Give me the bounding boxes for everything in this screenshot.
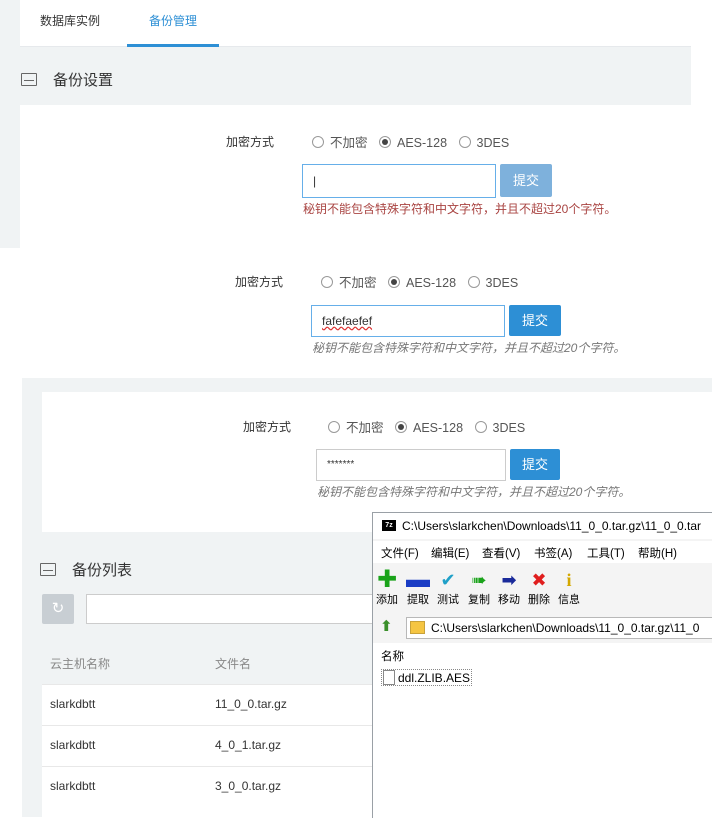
radio-aes128-3[interactable]: AES-128: [395, 421, 463, 435]
x-icon: ✖: [531, 570, 547, 590]
check-icon: ✔: [440, 570, 456, 590]
section-title-list: 备份列表: [72, 562, 133, 579]
settings-panel-1: 数据库实例 备份管理 备份设置 加密方式 不加密 AES-128 3DES | …: [0, 0, 691, 248]
search-input[interactable]: [86, 594, 376, 624]
radio-aes128-2[interactable]: AES-128: [388, 276, 456, 290]
cell-file: 4_0_1.tar.gz: [215, 738, 282, 752]
plus-icon: ✚: [376, 566, 398, 593]
cell-host: slarkdbtt: [50, 779, 96, 793]
address-bar[interactable]: C:\Users\slarkchen\Downloads\11_0_0.tar.…: [406, 617, 712, 639]
window-title: C:\Users\slarkchen\Downloads\11_0_0.tar.…: [402, 519, 702, 533]
file-list: 名称 ddl.ZLIB.AES: [373, 643, 712, 818]
window-titlebar[interactable]: 7z C:\Users\slarkchen\Downloads\11_0_0.t…: [373, 513, 712, 539]
radio-3des-2[interactable]: 3DES: [467, 276, 518, 290]
col-host-name: 云主机名称: [50, 657, 111, 671]
menu-edit[interactable]: 编辑(E): [431, 545, 469, 561]
cell-host: slarkdbtt: [50, 738, 96, 752]
menu-tools[interactable]: 工具(T): [587, 545, 625, 561]
sevenzip-app-icon: 7z: [382, 520, 396, 531]
encryption-label: 加密方式: [226, 135, 275, 149]
key-input-2[interactable]: fafefaefef: [311, 305, 505, 337]
table-header: 云主机名称 文件名: [42, 642, 382, 684]
tool-test[interactable]: ✔ 测试: [437, 569, 459, 607]
cell-host: slarkdbtt: [50, 697, 96, 711]
radio-none-3[interactable]: 不加密: [328, 421, 384, 435]
section-backup-settings: 备份设置: [21, 69, 113, 90]
radio-none[interactable]: 不加密: [312, 136, 368, 150]
cell-file: 3_0_0.tar.gz: [215, 779, 282, 793]
submit-button[interactable]: 提交: [500, 164, 552, 197]
radio-3des[interactable]: 3DES: [458, 136, 509, 150]
tool-move[interactable]: ➡ 移动: [498, 569, 520, 607]
menu-file[interactable]: 文件(F): [381, 545, 419, 561]
cell-file: 11_0_0.tar.gz: [215, 697, 287, 711]
tool-copy[interactable]: ➠ 复制: [468, 569, 490, 607]
menu-view[interactable]: 查看(V): [482, 545, 520, 561]
address-text: C:\Users\slarkchen\Downloads\11_0_0.tar.…: [431, 621, 700, 635]
encryption-label-3: 加密方式: [243, 420, 292, 434]
key-hint-3: 秘钥不能包含特殊字符和中文字符，并且不超过20个字符。: [317, 485, 631, 499]
refresh-button[interactable]: ↻: [42, 594, 74, 624]
address-row: ⬆ C:\Users\slarkchen\Downloads\11_0_0.ta…: [373, 615, 712, 641]
tab-backup-management[interactable]: 备份管理: [127, 0, 219, 47]
section-title: 备份设置: [53, 72, 114, 89]
tab-db-instances[interactable]: 数据库实例: [40, 0, 100, 44]
section-backup-list: 备份列表: [40, 559, 132, 580]
col-file-name: 文件名: [215, 657, 252, 671]
arrow-right-icon: ➡: [501, 570, 517, 590]
encryption-radio-group-3: 不加密 AES-128 3DES: [328, 417, 533, 436]
radio-aes128[interactable]: AES-128: [379, 136, 447, 150]
sevenzip-window: 7z C:\Users\slarkchen\Downloads\11_0_0.t…: [372, 512, 712, 818]
table-row[interactable]: slarkdbtt 3_0_0.tar.gz: [42, 766, 382, 818]
list-item[interactable]: ddl.ZLIB.AES: [381, 669, 473, 686]
folder-icon: [410, 621, 425, 634]
radio-3des-3[interactable]: 3DES: [474, 421, 525, 435]
up-folder-icon[interactable]: ⬆: [380, 617, 393, 635]
file-icon: [383, 670, 395, 685]
encryption-label-2: 加密方式: [235, 275, 284, 289]
tool-delete[interactable]: ✖ 删除: [528, 569, 550, 607]
tool-extract[interactable]: ▬ 提取: [406, 566, 430, 607]
key-input-3[interactable]: *******: [316, 449, 506, 481]
key-input[interactable]: |: [302, 164, 496, 198]
tool-add[interactable]: ✚ 添加: [376, 566, 398, 607]
tool-info[interactable]: i 信息: [558, 569, 580, 607]
refresh-icon: ↻: [51, 600, 65, 617]
submit-button-3[interactable]: 提交: [510, 449, 560, 480]
col-name-header[interactable]: 名称: [381, 648, 404, 664]
encryption-radio-group-2: 不加密 AES-128 3DES: [321, 272, 526, 291]
info-icon: i: [566, 570, 572, 590]
table-row[interactable]: slarkdbtt 4_0_1.tar.gz: [42, 725, 382, 766]
submit-button-2[interactable]: 提交: [509, 305, 561, 336]
key-hint-2: 秘钥不能包含特殊字符和中文字符，并且不超过20个字符。: [312, 341, 626, 355]
menu-help[interactable]: 帮助(H): [638, 545, 677, 561]
hdd-icon: [21, 73, 37, 86]
menu-bar: 文件(F) 编辑(E) 查看(V) 书签(A) 工具(T) 帮助(H): [373, 541, 712, 563]
hdd-icon: [40, 563, 56, 576]
key-hint-error: 秘钥不能包含特殊字符和中文字符，并且不超过20个字符。: [303, 202, 617, 216]
toolbar: ✚ 添加 ▬ 提取 ✔ 测试 ➠ 复制 ➡ 移动 ✖ 删除 i 信息: [373, 565, 712, 613]
menu-bookmarks[interactable]: 书签(A): [534, 545, 572, 561]
table-row[interactable]: slarkdbtt 11_0_0.tar.gz: [42, 684, 382, 725]
tab-bar: 数据库实例 备份管理: [20, 0, 691, 47]
radio-none-2[interactable]: 不加密: [321, 276, 377, 290]
minus-icon: ▬: [406, 566, 430, 593]
double-arrow-icon: ➠: [471, 570, 487, 590]
encryption-radio-group: 不加密 AES-128 3DES: [312, 132, 517, 151]
